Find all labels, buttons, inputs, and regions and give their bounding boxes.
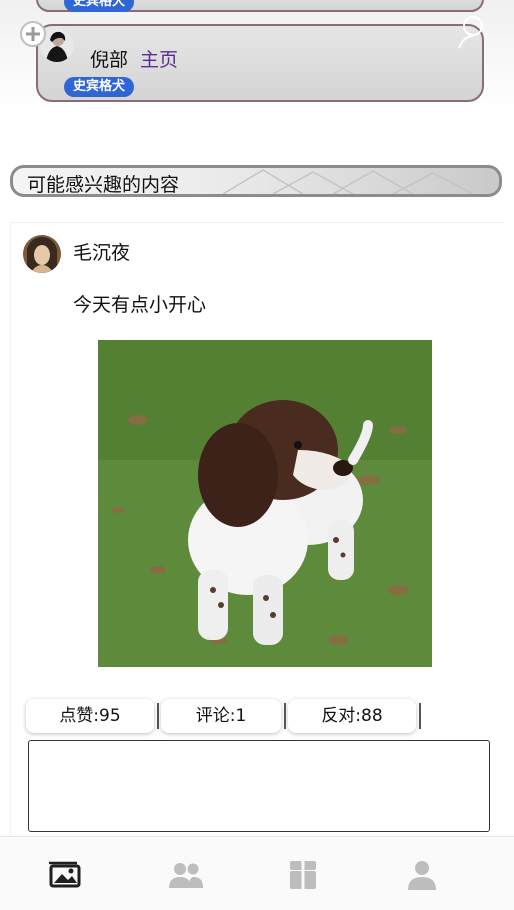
comment-input[interactable]	[28, 740, 490, 832]
post-author-avatar[interactable]	[23, 235, 61, 273]
section-header: 可能感兴趣的内容	[10, 165, 502, 197]
person-outline-icon[interactable]	[456, 14, 488, 50]
comment-button[interactable]: 评论:1	[161, 699, 281, 733]
user-name: 倪部	[90, 49, 129, 71]
box-icon[interactable]	[283, 858, 323, 892]
action-separator	[419, 703, 421, 729]
add-icon[interactable]	[20, 21, 46, 47]
section-title: 可能感兴趣的内容	[27, 174, 180, 196]
post-author-name[interactable]: 毛沉夜	[73, 238, 130, 265]
action-separator	[157, 703, 159, 729]
homepage-link[interactable]: 主页	[140, 45, 178, 72]
breed-badge: 史宾格犬	[64, 77, 135, 97]
profile-icon[interactable]	[402, 858, 442, 892]
friends-icon[interactable]	[166, 858, 206, 892]
post-photo[interactable]	[98, 340, 432, 667]
previous-breed-badge: 史宾格犬	[64, 0, 135, 12]
photos-icon[interactable]	[46, 858, 86, 892]
action-separator	[284, 703, 286, 729]
oppose-button[interactable]: 反对:88	[288, 699, 416, 733]
like-button[interactable]: 点赞:95	[26, 699, 154, 733]
post-text: 今天有点小开心	[73, 294, 207, 316]
